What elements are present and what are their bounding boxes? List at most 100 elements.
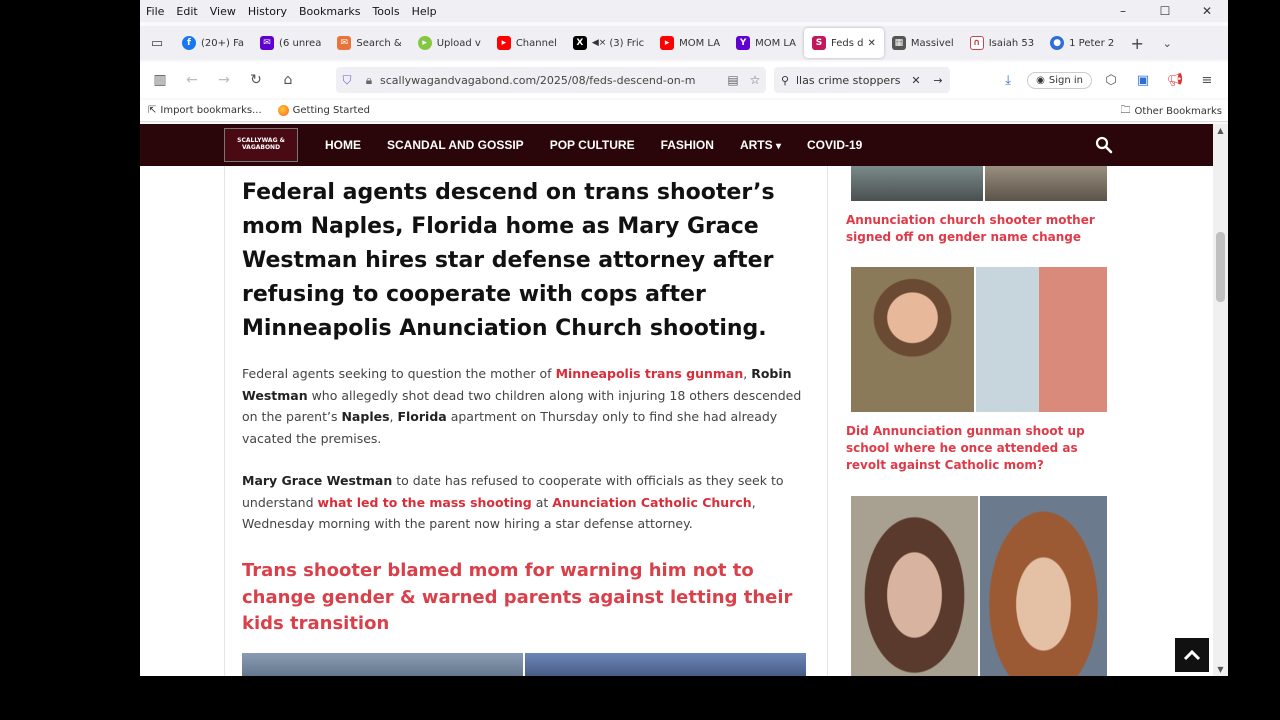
tab-feds-active[interactable]: S Feds d ✕ bbox=[804, 28, 884, 58]
tab-mom-la-youtube[interactable]: ▸ MOM LA bbox=[652, 28, 728, 58]
article-subheading: Trans shooter blamed mom for warning him… bbox=[242, 560, 793, 634]
bookmarks-bar: ⇱ Import bookmarks... Getting Started 🗀︎… bbox=[140, 100, 1228, 122]
sign-in-button[interactable]: ◉ Sign in bbox=[1027, 71, 1092, 89]
tab-search-mail[interactable]: ✉ Search & bbox=[329, 28, 409, 58]
menu-history[interactable]: History bbox=[242, 5, 293, 18]
scroll-up-icon[interactable]: ▲ bbox=[1213, 126, 1228, 135]
search-icon: ⚲ bbox=[780, 73, 790, 87]
other-bookmarks-item[interactable]: 🗀︎ Other Bookmarks bbox=[1121, 100, 1228, 122]
tab-label: (20+) Fa bbox=[201, 37, 245, 49]
nav-home[interactable]: HOME bbox=[312, 138, 374, 152]
article-paragraph-2: Mary Grace Westman to date has refused t… bbox=[242, 470, 812, 535]
article-headline: Federal agents descend on trans shooter’… bbox=[242, 180, 775, 341]
nav-fashion[interactable]: FASHION bbox=[648, 138, 727, 152]
tab-list-icon[interactable]: ▭ bbox=[140, 36, 174, 51]
app-menu-icon[interactable]: ≡ bbox=[1194, 73, 1220, 88]
search-icon[interactable] bbox=[1095, 136, 1113, 154]
chevron-down-icon[interactable]: ⌄ bbox=[1152, 37, 1182, 50]
page-scrollbar[interactable]: ▲ ▼ bbox=[1213, 124, 1228, 676]
tab-upload[interactable]: ▸ Upload v bbox=[410, 28, 489, 58]
menu-view[interactable]: View bbox=[204, 5, 242, 18]
extension-badge-icon[interactable]: ▣ bbox=[1130, 73, 1156, 88]
menu-edit[interactable]: Edit bbox=[170, 5, 203, 18]
lock-icon[interactable]: 🔒︎ bbox=[358, 73, 380, 88]
tab-mom-la-yahoo[interactable]: Y MOM LA bbox=[728, 28, 804, 58]
nav-covid-19[interactable]: COVID-19 bbox=[794, 138, 875, 152]
forward-icon[interactable]: → bbox=[208, 72, 240, 88]
tab-isaiah[interactable]: ∩ Isaiah 53 bbox=[962, 28, 1042, 58]
firefox-icon bbox=[277, 105, 289, 116]
article: Federal agents descend on trans shooter’… bbox=[224, 166, 828, 676]
tab-peter[interactable]: ● 1 Peter 2 bbox=[1042, 28, 1122, 58]
yahoo-icon: Y bbox=[736, 36, 751, 50]
menu-help[interactable]: Help bbox=[406, 5, 443, 18]
bookmark-star-icon[interactable]: ☆ bbox=[744, 73, 766, 87]
tab-label: (3) Fric bbox=[609, 37, 645, 49]
sidebar-link-1[interactable]: Annunciation church shooter mother signe… bbox=[846, 212, 1116, 246]
search-box[interactable]: ⚲ llas crime stoppers ✕ → bbox=[774, 67, 950, 93]
text: Federal agents seeking to question the m… bbox=[242, 366, 556, 381]
nav-arts-label: ARTS bbox=[739, 138, 773, 152]
close-window-icon[interactable]: ✕ bbox=[1186, 0, 1228, 22]
back-to-top-button[interactable] bbox=[1175, 638, 1209, 672]
home-icon[interactable]: ⌂ bbox=[272, 72, 304, 88]
site-icon: ▦ bbox=[891, 36, 906, 50]
sidebar-image-1[interactable] bbox=[851, 166, 1107, 201]
youtube-icon: ▸ bbox=[496, 36, 511, 50]
reader-view-icon[interactable]: ▤ bbox=[722, 73, 744, 87]
x-icon: X bbox=[572, 36, 587, 50]
rumble-icon: ▸ bbox=[417, 36, 432, 50]
tab-x[interactable]: X ◀× (3) Fric bbox=[565, 28, 652, 58]
sidebar-link-2[interactable]: Did Annunciation gunman shoot up school … bbox=[846, 423, 1116, 474]
tab-label: Channel bbox=[515, 37, 557, 49]
nav-arts[interactable]: ARTS ▾ bbox=[727, 138, 794, 152]
tab-label: 1 Peter 2 bbox=[1069, 37, 1115, 49]
tab-channel[interactable]: ▸ Channel bbox=[489, 28, 565, 58]
article-photo[interactable] bbox=[525, 653, 806, 676]
link-mass-shooting[interactable]: what led to the mass shooting bbox=[318, 495, 532, 510]
close-tab-icon[interactable]: ✕ bbox=[867, 38, 875, 49]
nav-pop-culture[interactable]: POP CULTURE bbox=[537, 138, 648, 152]
tab-yahoo-mail[interactable]: ✉ (6 unrea bbox=[252, 28, 329, 58]
sidebar-image-3[interactable] bbox=[851, 496, 1107, 676]
menu-file[interactable]: File bbox=[140, 5, 170, 18]
article-photo[interactable] bbox=[242, 653, 523, 676]
new-tab-icon[interactable]: + bbox=[1122, 34, 1152, 53]
tab-label: Feds d bbox=[831, 37, 864, 49]
reload-icon[interactable]: ↻ bbox=[240, 72, 272, 88]
nav-scandal-and-gossip[interactable]: SCANDAL AND GOSSIP bbox=[374, 138, 537, 152]
menu-bookmarks[interactable]: Bookmarks bbox=[293, 5, 366, 18]
scroll-down-icon[interactable]: ▼ bbox=[1213, 665, 1228, 674]
yahoo-mail-icon: ✉ bbox=[260, 36, 275, 50]
clear-search-icon[interactable]: ✕ bbox=[906, 74, 926, 87]
getting-started-item[interactable]: Getting Started bbox=[270, 105, 378, 116]
menu-tools[interactable]: Tools bbox=[366, 5, 405, 18]
text: at bbox=[531, 494, 553, 510]
import-bookmarks-item[interactable]: ⇱ Import bookmarks... bbox=[140, 105, 270, 116]
shield-icon[interactable]: ⛉ bbox=[336, 73, 358, 88]
maximize-icon[interactable]: ☐ bbox=[1144, 0, 1186, 22]
toolbar-right: ⤓ ◉ Sign in ⬡ ▣ 📢︎ ≡ bbox=[995, 67, 1220, 93]
downloads-icon[interactable]: ⤓ bbox=[995, 73, 1021, 88]
minimize-icon[interactable]: – bbox=[1102, 0, 1144, 22]
sidebar-image-2[interactable] bbox=[851, 267, 1107, 412]
go-arrow-icon[interactable]: → bbox=[926, 74, 950, 87]
site-nav: HOME SCANDAL AND GOSSIP POP CULTURE FASH… bbox=[312, 138, 875, 152]
search-mail-icon: ✉ bbox=[337, 36, 352, 50]
site-logo[interactable]: SCALLYWAG & VAGABOND bbox=[224, 128, 298, 162]
back-icon[interactable]: ← bbox=[176, 72, 208, 88]
youtube-icon: ▸ bbox=[660, 36, 675, 50]
tab-facebook[interactable]: f (20+) Fa bbox=[174, 28, 252, 58]
link-minneapolis-trans-gunman[interactable]: Minneapolis trans gunman bbox=[556, 366, 744, 381]
tab-massively[interactable]: ▦ Massivel bbox=[884, 28, 962, 58]
search-input[interactable]: llas crime stoppers bbox=[796, 74, 906, 87]
megaphone-icon[interactable]: 📢︎ bbox=[1162, 73, 1188, 88]
extensions-icon[interactable]: ⬡ bbox=[1098, 73, 1124, 88]
sidebar-toggle-icon[interactable]: ▥ bbox=[144, 72, 176, 88]
tab-bar: ▭ f (20+) Fa ✉ (6 unrea ✉ Search & ▸ Upl… bbox=[140, 26, 1228, 60]
scrollbar-thumb[interactable] bbox=[1216, 232, 1225, 302]
url-bar[interactable]: ⛉ 🔒︎ scallywagandvagabond.com/2025/08/fe… bbox=[336, 67, 766, 93]
link-anunciation-catholic-church[interactable]: Anunciation Catholic Church bbox=[552, 495, 751, 510]
mute-icon[interactable]: ◀× bbox=[592, 38, 606, 48]
url-text[interactable]: scallywagandvagabond.com/2025/08/feds-de… bbox=[380, 74, 722, 87]
